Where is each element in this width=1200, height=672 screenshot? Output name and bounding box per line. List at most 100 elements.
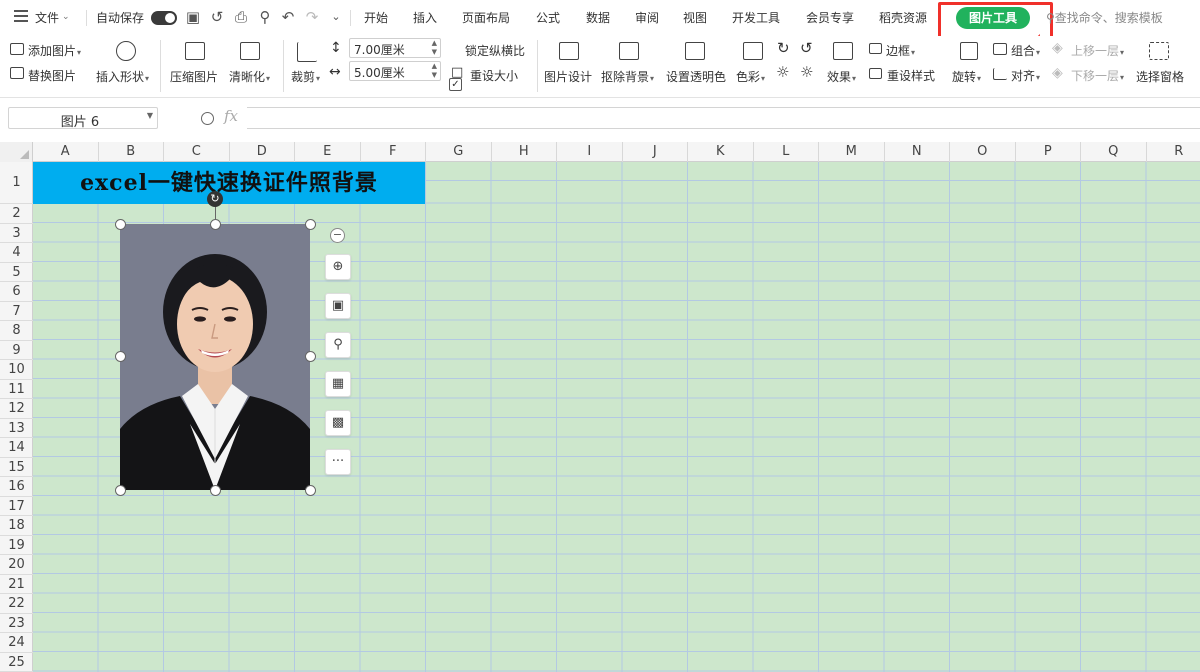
more-icon[interactable]: ··· — [325, 449, 351, 475]
row-header[interactable]: 14 — [0, 438, 33, 458]
rotate-handle-icon[interactable]: ↻ — [207, 191, 223, 207]
column-header[interactable]: E — [295, 142, 361, 162]
tab-picture-tools[interactable]: 图片工具 — [956, 7, 1030, 29]
tab-review[interactable]: 审阅 — [635, 9, 659, 26]
row-header[interactable]: 17 — [0, 497, 33, 516]
row-header[interactable]: 22 — [0, 594, 33, 614]
column-header[interactable]: I — [557, 142, 623, 162]
tab-docer-resources[interactable]: 稻壳资源 — [879, 9, 927, 26]
column-header[interactable]: D — [230, 142, 295, 162]
fx-icon[interactable]: fx — [224, 107, 238, 125]
row-header[interactable]: 19 — [0, 536, 33, 555]
brightness-up-icon[interactable]: ☼ — [776, 63, 789, 81]
print-icon[interactable]: ⎙ — [232, 8, 250, 26]
undo-icon[interactable]: ↶ — [279, 8, 297, 26]
tab-formulas[interactable]: 公式 — [536, 9, 560, 26]
autosave-toggle[interactable] — [151, 11, 177, 25]
row-header[interactable]: 7 — [0, 302, 33, 321]
row-header[interactable]: 15 — [0, 458, 33, 477]
group-button[interactable]: 组合 — [1011, 42, 1040, 59]
lightbulb-icon[interactable]: ⚲ — [325, 332, 351, 358]
sharpen-button[interactable]: 清晰化 — [229, 68, 270, 85]
tab-data[interactable]: 数据 — [586, 9, 610, 26]
name-box[interactable]: 图片 6 ▼ — [8, 107, 158, 130]
rotate-right-icon[interactable]: ↺ — [800, 39, 813, 57]
column-header[interactable]: M — [819, 142, 885, 162]
select-all-corner[interactable] — [0, 142, 33, 162]
rotate-button[interactable]: 旋转 — [952, 68, 981, 85]
row-header[interactable]: 13 — [0, 419, 33, 438]
send-backward-button[interactable]: 下移一层 — [1071, 67, 1124, 84]
customize-quick-access-icon[interactable]: ⌄ — [327, 8, 345, 26]
resize-handle[interactable] — [305, 485, 316, 496]
effects-button[interactable]: 效果 — [827, 68, 856, 85]
tab-home[interactable]: 开始 — [364, 9, 388, 26]
row-header[interactable]: 1 — [0, 162, 33, 204]
row-header[interactable]: 20 — [0, 555, 33, 575]
row-header[interactable]: 23 — [0, 614, 33, 633]
file-menu[interactable]: 文件 — [35, 9, 59, 26]
bring-forward-button[interactable]: 上移一层 — [1071, 42, 1124, 59]
row-header[interactable]: 2 — [0, 204, 33, 224]
row-header[interactable]: 24 — [0, 633, 33, 653]
row-header[interactable]: 5 — [0, 263, 33, 282]
tab-member[interactable]: 会员专享 — [806, 9, 854, 26]
tab-insert[interactable]: 插入 — [413, 9, 437, 26]
picture-design-button[interactable]: 图片设计 — [544, 68, 592, 85]
column-header[interactable]: K — [688, 142, 754, 162]
menu-icon[interactable] — [14, 10, 28, 22]
export-icon[interactable]: ↺ — [208, 8, 226, 26]
row-header[interactable]: 25 — [0, 653, 33, 672]
column-header[interactable]: G — [426, 142, 492, 162]
insert-shape-button[interactable]: 插入形状 — [96, 68, 149, 85]
spin-arrows-icon[interactable]: ▲ ▼ — [432, 62, 437, 80]
compress-picture-button[interactable]: 压缩图片 — [170, 68, 218, 85]
column-header[interactable]: N — [885, 142, 950, 162]
crop-button[interactable]: 裁剪 — [291, 68, 320, 85]
remove-background-button[interactable]: 抠除背景 — [601, 68, 654, 85]
width-input[interactable]: 7.00厘米 ▲ ▼ — [349, 38, 441, 58]
reset-size-button[interactable]: 重设大小 — [470, 67, 518, 84]
resize-handle[interactable] — [210, 219, 221, 230]
row-header[interactable]: 18 — [0, 516, 33, 536]
tab-view[interactable]: 视图 — [683, 9, 707, 26]
row-header[interactable]: 11 — [0, 380, 33, 399]
replace-picture-button[interactable]: 替换图片 — [28, 67, 76, 84]
row-header[interactable]: 10 — [0, 360, 33, 380]
collapse-icon[interactable]: − — [330, 228, 345, 243]
column-header[interactable]: L — [754, 142, 819, 162]
selection-pane-button[interactable]: 选择窗格 — [1136, 68, 1184, 85]
column-header[interactable]: Q — [1081, 142, 1147, 162]
column-header[interactable]: B — [99, 142, 164, 162]
resize-handle[interactable] — [115, 219, 126, 230]
chevron-down-icon[interactable]: ⌄ — [62, 12, 70, 22]
tab-developer[interactable]: 开发工具 — [732, 9, 780, 26]
row-header[interactable]: 4 — [0, 243, 33, 263]
crop-icon[interactable]: ▣ — [325, 293, 351, 319]
row-header[interactable]: 12 — [0, 399, 33, 419]
resize-handle[interactable] — [305, 219, 316, 230]
brightness-down-icon[interactable]: ☼ — [800, 63, 813, 81]
row-header[interactable]: 9 — [0, 341, 33, 360]
border-button[interactable]: 边框 — [886, 42, 915, 59]
column-header[interactable]: J — [623, 142, 688, 162]
row-header[interactable]: 3 — [0, 224, 33, 243]
image-translate-icon[interactable]: ▩ — [325, 410, 351, 436]
zoom-icon[interactable] — [201, 112, 214, 125]
row-header[interactable]: 8 — [0, 321, 33, 341]
tab-page-layout[interactable]: 页面布局 — [462, 9, 510, 26]
add-picture-button[interactable]: 添加图片 — [28, 42, 81, 59]
redo-icon[interactable]: ↷ — [303, 8, 321, 26]
align-button[interactable]: 对齐 — [1011, 67, 1040, 84]
row-header[interactable]: 6 — [0, 282, 33, 302]
height-input[interactable]: 5.00厘米 ▲ ▼ — [349, 61, 441, 81]
chevron-down-icon[interactable]: ▼ — [147, 111, 153, 120]
resize-handle[interactable] — [115, 351, 126, 362]
column-header[interactable]: A — [33, 142, 99, 162]
row-header[interactable]: 16 — [0, 477, 33, 497]
column-header[interactable]: P — [1016, 142, 1081, 162]
column-header[interactable]: O — [950, 142, 1016, 162]
reset-style-button[interactable]: 重设样式 — [887, 67, 935, 84]
formula-input[interactable] — [247, 107, 1200, 129]
set-transparent-button[interactable]: 设置透明色 — [666, 68, 726, 85]
